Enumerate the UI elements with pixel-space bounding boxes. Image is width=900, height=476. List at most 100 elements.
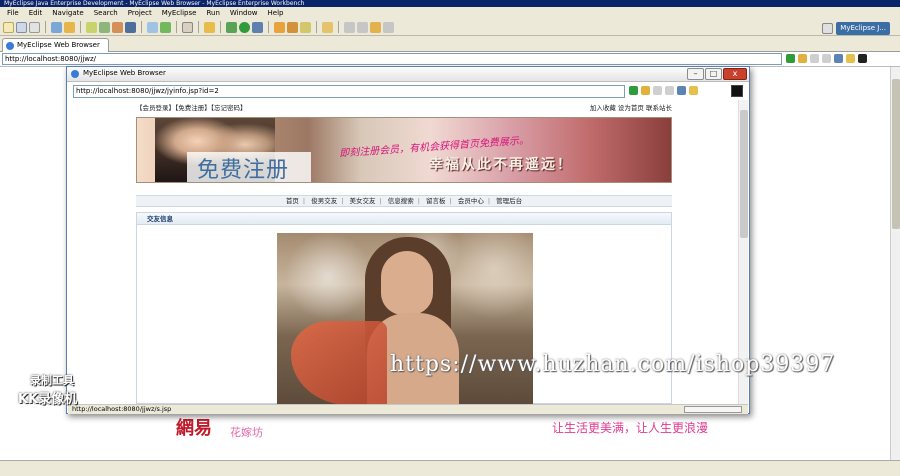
browser-icon[interactable] (147, 21, 158, 33)
settings-icon[interactable] (798, 54, 807, 63)
globe-icon (6, 42, 14, 50)
toolbar-separator (268, 21, 269, 33)
main-url-input[interactable]: http://localhost:8080/jjwz/ (2, 53, 782, 65)
main-vertical-scrollbar[interactable] (890, 67, 900, 460)
refresh-icon[interactable] (160, 21, 171, 33)
menu-help[interactable]: Help (263, 9, 289, 17)
view-source-icon[interactable] (858, 54, 867, 63)
profile-photo (277, 233, 533, 404)
footer-sub-logo: 花嫁坊 (230, 426, 263, 439)
back-icon[interactable] (370, 21, 381, 33)
menu-window[interactable]: Window (225, 9, 263, 17)
forward-icon[interactable] (383, 21, 394, 33)
nav-home[interactable]: 首页 (286, 197, 299, 205)
recorder-watermark: 录制工具 KK录像机 (18, 372, 98, 408)
wizard-icon[interactable] (99, 21, 110, 33)
maximize-button[interactable]: □ (705, 68, 722, 80)
toolbar-separator (338, 21, 339, 33)
edit-icon[interactable] (86, 21, 97, 33)
menu-edit[interactable]: Edit (24, 9, 48, 17)
menu-bar: File Edit Navigate Search Project MyEcli… (0, 7, 900, 19)
recorder-line1: 录制工具 (30, 374, 74, 387)
annotation-icon[interactable] (322, 21, 333, 33)
nav-women[interactable]: 美女交友 (349, 197, 375, 205)
register-banner-link[interactable]: 免费注册 (197, 152, 289, 182)
perspective-button[interactable]: MyEclipse J... (836, 21, 890, 35)
progress-bar (684, 406, 742, 413)
print-icon[interactable] (29, 21, 40, 33)
site-banner: 免费注册 即刻注册会员，有机会获得首页免费展示。 幸福从此不再遥远！ (136, 117, 672, 183)
toolbar-separator (316, 21, 317, 33)
go-icon[interactable] (786, 54, 795, 63)
perspective-switcher: MyEclipse J... (822, 21, 890, 35)
folder-icon[interactable] (204, 21, 215, 33)
popup-title: MyEclipse Web Browser (83, 69, 166, 77)
back-icon[interactable] (653, 86, 662, 95)
background-footer: 網易 花嫁坊 让生活更美满，让人生更浪漫 (176, 410, 716, 444)
popup-status-bar: http://localhost:8080/jjwz/s.jsp (68, 404, 748, 414)
popup-nav-icons (629, 86, 698, 95)
menu-search[interactable]: Search (89, 9, 123, 17)
utility-links[interactable]: 加入收藏 设为首页 联系站长 (590, 102, 672, 112)
view-source-icon[interactable] (731, 85, 743, 97)
deploy-icon[interactable] (51, 21, 62, 33)
prev-annotation-icon[interactable] (357, 21, 368, 33)
next-annotation-icon[interactable] (344, 21, 355, 33)
nav-separator: | (487, 197, 491, 205)
forward-icon[interactable] (822, 54, 831, 63)
server-icon[interactable] (64, 21, 75, 33)
layout-icon[interactable] (182, 21, 193, 33)
menu-file[interactable]: File (2, 9, 24, 17)
nav-search[interactable]: 信息搜索 (388, 197, 414, 205)
browser-nav-icons (786, 54, 867, 63)
settings-icon[interactable] (641, 86, 650, 95)
toolbar-separator (198, 21, 199, 33)
popup-title-bar[interactable]: MyEclipse Web Browser – □ x (67, 67, 749, 82)
go-icon[interactable] (629, 86, 638, 95)
save-icon[interactable] (16, 21, 27, 33)
open-type-icon[interactable] (274, 21, 285, 33)
minimize-button[interactable]: – (687, 68, 704, 80)
workbench-title-bar: MyEclipse Java Enterprise Development - … (0, 0, 900, 7)
scrollbar-thumb[interactable] (740, 110, 748, 238)
new-icon[interactable] (3, 21, 14, 33)
scrollbar-thumb[interactable] (892, 79, 900, 229)
external-tools-icon[interactable] (252, 21, 263, 33)
stop-icon[interactable] (834, 54, 843, 63)
open-perspective-icon[interactable] (822, 22, 834, 34)
run-icon[interactable] (239, 21, 250, 33)
url-watermark: https://www.huzhan.com/ishop39397 (390, 352, 836, 377)
nav-admin[interactable]: 管理后台 (496, 197, 522, 205)
menu-run[interactable]: Run (201, 9, 224, 17)
toolbar-separator (176, 21, 177, 33)
globe-icon[interactable] (125, 21, 136, 33)
tab-web-browser[interactable]: MyEclipse Web Browser (2, 38, 109, 52)
forward-icon[interactable] (665, 86, 674, 95)
refresh-icon[interactable] (689, 86, 698, 95)
tab-label: MyEclipse Web Browser (17, 41, 100, 49)
globe-icon (71, 70, 79, 78)
menu-navigate[interactable]: Navigate (47, 9, 88, 17)
nav-separator: | (449, 197, 452, 205)
popup-url-input[interactable]: http://localhost:8080/jjwz/jyinfo.jsp?id… (73, 85, 625, 98)
back-icon[interactable] (810, 54, 819, 63)
package-icon[interactable] (112, 21, 123, 33)
nav-member-center[interactable]: 会员中心 (458, 197, 484, 205)
stop-icon[interactable] (677, 86, 686, 95)
site-nav: 首页 | 俊男交友 | 美女交友 | 信息搜索 | 留言板 | 会员中心 | 管理后台 (136, 195, 672, 207)
toolbar-separator (141, 21, 142, 33)
debug-icon[interactable] (226, 21, 237, 33)
menu-myeclipse[interactable]: MyEclipse (157, 9, 202, 17)
main-toolbar (0, 19, 900, 36)
footer-logo: 網易 (176, 418, 212, 439)
footer-slogan: 让生活更美满，让人生更浪漫 (551, 421, 708, 435)
member-links[interactable]: 【会员登录】【免费注册】【忘记密码】 (136, 102, 247, 112)
nav-guestbook[interactable]: 留言板 (426, 197, 446, 205)
nav-men[interactable]: 俊男交友 (311, 197, 337, 205)
site-top-links: 【会员登录】【免费注册】【忘记密码】 加入收藏 设为首页 联系站长 (134, 102, 674, 112)
close-button[interactable]: x (723, 68, 747, 80)
refresh-icon[interactable] (846, 54, 855, 63)
menu-project[interactable]: Project (123, 9, 157, 17)
open-resource-icon[interactable] (287, 21, 298, 33)
search-icon[interactable] (300, 21, 311, 33)
